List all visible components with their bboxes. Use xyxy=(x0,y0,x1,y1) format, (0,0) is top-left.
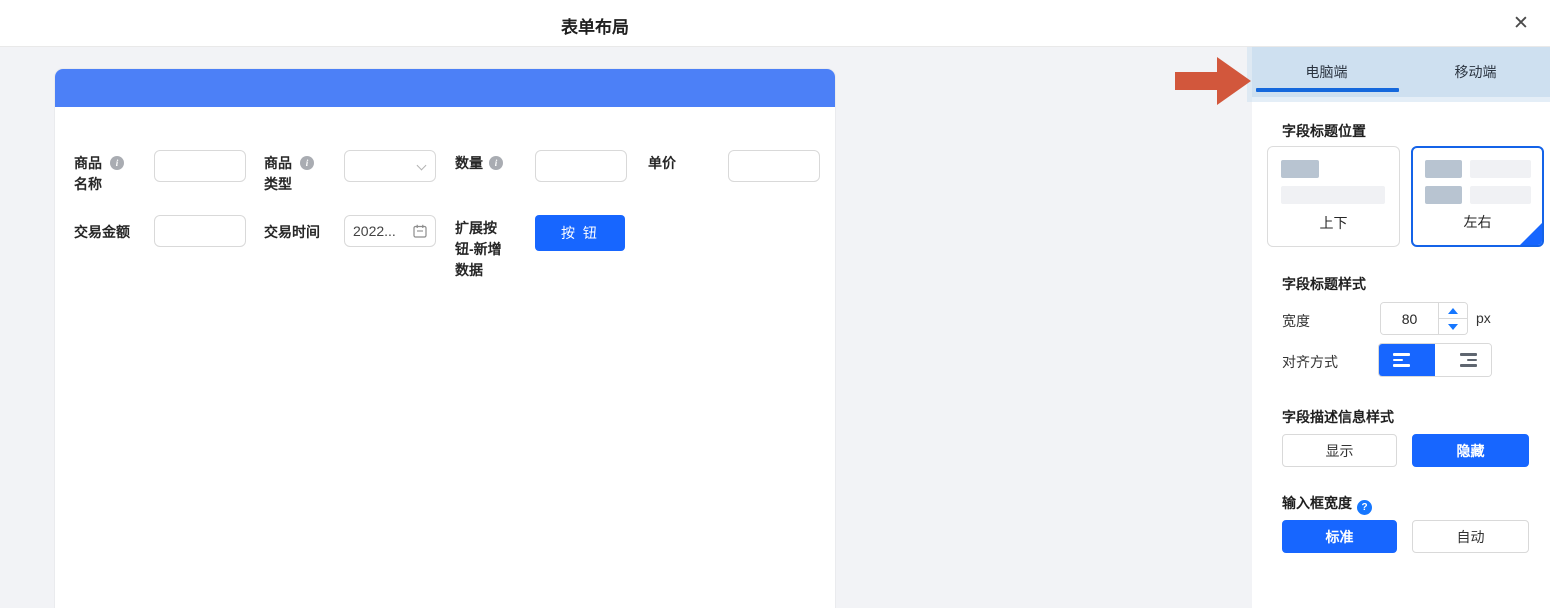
align-left-icon xyxy=(1393,353,1410,356)
align-left-button[interactable] xyxy=(1379,344,1435,376)
stepper-down-button[interactable] xyxy=(1439,319,1467,334)
field-label: 单价 xyxy=(648,150,728,174)
align-toggle xyxy=(1378,343,1492,377)
width-label: 宽度 xyxy=(1282,311,1310,331)
form-preview-card: 商品名称 i 商品类型 i 数量 i 单 xyxy=(55,69,835,608)
width-unit: px xyxy=(1476,310,1491,326)
annotation-arrow xyxy=(1175,57,1250,105)
title-width-stepper xyxy=(1380,302,1468,335)
section-input-width: 输入框宽度? xyxy=(1282,493,1372,515)
unit-price-input[interactable] xyxy=(728,150,820,182)
form-banner xyxy=(55,69,835,107)
align-right-icon xyxy=(1460,353,1477,356)
extension-action-button[interactable]: 按 钮 xyxy=(535,215,625,251)
input-width-standard-button[interactable]: 标准 xyxy=(1282,520,1397,553)
product-type-select[interactable] xyxy=(344,150,436,182)
calendar-icon xyxy=(413,224,427,238)
quantity-input[interactable] xyxy=(535,150,627,182)
field-label: 扩展按钮-新增数据 xyxy=(455,215,535,281)
field-label: 数量 i xyxy=(455,150,535,174)
position-option-label: 上下 xyxy=(1268,213,1399,233)
field-trade-amount: 交易金额 xyxy=(74,215,246,247)
device-tabbar: 电脑端 移动端 xyxy=(1252,47,1550,97)
stepper-up-button[interactable] xyxy=(1439,303,1467,319)
tab-pc[interactable]: 电脑端 xyxy=(1252,47,1401,97)
form-layout-dialog: 表单布局 ✕ 商品名称 i 商品类型 i 数量 xyxy=(0,0,1550,608)
field-label: 交易时间 xyxy=(264,215,344,243)
desc-hide-button[interactable]: 隐藏 xyxy=(1412,434,1529,467)
section-title-position: 字段标题位置 xyxy=(1282,121,1366,141)
help-icon[interactable]: ? xyxy=(1357,500,1372,515)
position-option-vertical[interactable]: 上下 xyxy=(1267,146,1400,247)
field-quantity: 数量 i xyxy=(455,150,627,182)
trade-time-date-picker[interactable]: 2022... xyxy=(344,215,436,247)
desc-show-button[interactable]: 显示 xyxy=(1282,434,1397,467)
section-title-style: 字段标题样式 xyxy=(1282,274,1366,294)
chevron-down-icon xyxy=(417,161,427,171)
field-extension-button: 扩展按钮-新增数据 按 钮 xyxy=(455,215,627,281)
position-option-label: 左右 xyxy=(1413,212,1542,232)
arrow-down-icon xyxy=(1448,324,1458,330)
info-icon[interactable]: i xyxy=(489,156,503,170)
field-product-type: 商品类型 i xyxy=(264,150,436,195)
product-name-input[interactable] xyxy=(154,150,246,182)
field-label: 商品名称 i xyxy=(74,150,154,195)
field-label: 商品类型 i xyxy=(264,150,344,195)
title-width-input[interactable] xyxy=(1381,303,1438,334)
align-label: 对齐方式 xyxy=(1282,352,1338,372)
align-right-button[interactable] xyxy=(1435,344,1491,376)
section-desc-style: 字段描述信息样式 xyxy=(1282,407,1394,427)
arrow-up-icon xyxy=(1448,308,1458,314)
field-product-name: 商品名称 i xyxy=(74,150,246,195)
input-width-auto-button[interactable]: 自动 xyxy=(1412,520,1529,553)
settings-panel: 电脑端 移动端 字段标题位置 上下 左右 字段标题样式 宽度 px xyxy=(1252,47,1550,608)
trade-amount-input[interactable] xyxy=(154,215,246,247)
field-trade-time: 交易时间 2022... xyxy=(264,215,436,247)
field-label: 交易金额 xyxy=(74,215,154,243)
field-unit-price: 单价 xyxy=(648,150,820,182)
dialog-title: 表单布局 xyxy=(561,13,629,38)
dialog-header: 表单布局 ✕ xyxy=(0,0,1550,47)
tab-mobile[interactable]: 移动端 xyxy=(1401,47,1550,97)
info-icon[interactable]: i xyxy=(300,156,314,170)
date-value: 2022... xyxy=(353,223,413,239)
info-icon[interactable]: i xyxy=(110,156,124,170)
close-icon[interactable]: ✕ xyxy=(1506,9,1536,39)
position-option-horizontal[interactable]: 左右 xyxy=(1411,146,1544,247)
